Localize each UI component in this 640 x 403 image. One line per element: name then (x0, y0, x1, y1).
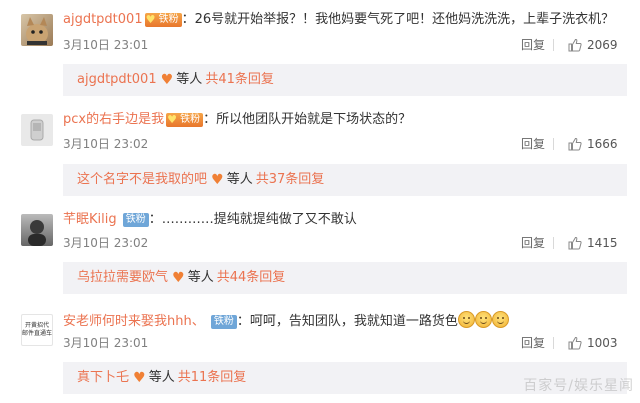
like-count: 1003 (587, 336, 618, 350)
sub-reply-label: 等人 (176, 72, 203, 87)
comment-text: ：所以他团队开始就是下场状态的？ (203, 112, 412, 127)
divider (553, 337, 554, 349)
smile-emoji-icon (474, 311, 492, 328)
divider (553, 138, 554, 150)
sub-reply-user[interactable]: 这个名字不是我取的吧 (77, 172, 207, 187)
heart-icon: ♥ (167, 113, 177, 126)
thumbs-up-icon (568, 236, 582, 250)
sub-replies-box[interactable]: 乌拉拉需要欧气 ♥ 等人 共44条回复 (63, 262, 627, 294)
reply-button[interactable]: 回复 (521, 37, 545, 53)
sub-reply-label: 等人 (226, 172, 253, 187)
sub-replies-box[interactable]: 这个名字不是我取的吧 ♥ 等人 共37条回复 (63, 164, 627, 196)
comment-line: 安老师何时来娶我hhh、 铁粉 ：呵呵，告知团队，我就知道一路货色 (63, 311, 509, 331)
heart-icon: ♥ (160, 72, 174, 88)
badge-label: 铁粉 (125, 214, 146, 225)
divider (553, 39, 554, 51)
smile-emoji-icon (491, 311, 509, 328)
fan-badge: 铁粉 (210, 315, 237, 329)
comment-line: 芊眠Kilig 铁粉 ：…………提纯就提纯做了又不敢认 (63, 211, 357, 229)
sub-replies-box[interactable]: ajgdtpdt001 ♥ 等人 共41条回复 (63, 64, 627, 96)
comment-line: pcx的右手边是我 ♥ 铁粉 ：所以他团队开始就是下场状态的？ (63, 111, 411, 129)
like-button[interactable]: 2069 (568, 37, 618, 53)
smile-emoji-icon (457, 311, 475, 328)
sub-reply-count[interactable]: 共41条回复 (205, 72, 274, 87)
fan-badge: 铁粉 (122, 213, 149, 227)
avatar-text: 开黄招代 邮件直通车 (22, 322, 53, 337)
comment-text: ：呵呵，告知团队，我就知道一路货色 (236, 314, 458, 329)
watermark: 百家号/娱乐星闻 (523, 378, 634, 394)
sub-reply-label: 等人 (187, 270, 214, 285)
heart-icon: ♥ (145, 13, 156, 26)
badge-label: 铁粉 (180, 114, 201, 125)
comment-line: ajgdtpdt001 ♥ 铁粉 ：26号就开始举报？！我他妈要气死了吧！还他妈洗洗洗… (63, 11, 614, 29)
heart-icon: ♥ (172, 270, 185, 286)
comment-username[interactable]: pcx的右手边是我 (63, 112, 164, 127)
thumbs-up-icon (568, 336, 582, 350)
comment-username[interactable]: 安老师何时来娶我hhh、 (63, 314, 205, 329)
sub-reply-label: 等人 (148, 370, 175, 385)
sub-reply-user[interactable]: ajgdtpdt001 (77, 72, 157, 87)
avatar[interactable] (21, 114, 53, 146)
avatar[interactable] (21, 14, 53, 46)
comment-time: 3月10日 23:02 (63, 236, 149, 250)
like-button[interactable]: 1003 (568, 335, 618, 351)
comment-text: ：26号就开始举报？！我他妈要气死了吧！还他妈洗洗洗，上辈子洗衣机？ (181, 12, 615, 27)
sub-reply-count[interactable]: 共37条回复 (256, 172, 325, 187)
avatar[interactable] (21, 214, 53, 246)
like-count: 2069 (587, 38, 618, 52)
like-count: 1666 (587, 137, 618, 151)
sub-reply-count[interactable]: 共11条回复 (178, 370, 247, 385)
comment-username[interactable]: 芊眠Kilig (63, 212, 117, 227)
thumbs-up-icon (568, 38, 582, 52)
comment-time: 3月10日 23:01 (63, 38, 149, 52)
sub-reply-count[interactable]: 共44条回复 (217, 270, 286, 285)
avatar[interactable]: 开黄招代 邮件直通车 (21, 314, 53, 346)
sub-reply-user[interactable]: 乌拉拉需要欧气 (77, 270, 168, 285)
like-count: 1415 (587, 236, 618, 250)
thumbs-up-icon (568, 137, 582, 151)
reply-button[interactable]: 回复 (521, 136, 545, 152)
divider (553, 237, 554, 249)
sub-reply-user[interactable]: 真下卜乇 (77, 370, 129, 385)
reply-button[interactable]: 回复 (521, 235, 545, 251)
badge-label: 铁粉 (158, 14, 179, 25)
fan-badge: ♥ 铁粉 (144, 13, 182, 27)
like-button[interactable]: 1415 (568, 235, 618, 251)
heart-icon: ♥ (211, 172, 224, 188)
comment-time: 3月10日 23:01 (63, 336, 149, 350)
like-button[interactable]: 1666 (568, 136, 618, 152)
comment-time: 3月10日 23:02 (63, 137, 149, 151)
comment-username[interactable]: ajgdtpdt001 (63, 12, 143, 27)
badge-label: 铁粉 (213, 316, 234, 327)
fan-badge: ♥ 铁粉 (166, 113, 204, 127)
heart-icon: ♥ (133, 370, 146, 386)
comment-text: ：…………提纯就提纯做了又不敢认 (148, 212, 357, 227)
reply-button[interactable]: 回复 (521, 335, 545, 351)
